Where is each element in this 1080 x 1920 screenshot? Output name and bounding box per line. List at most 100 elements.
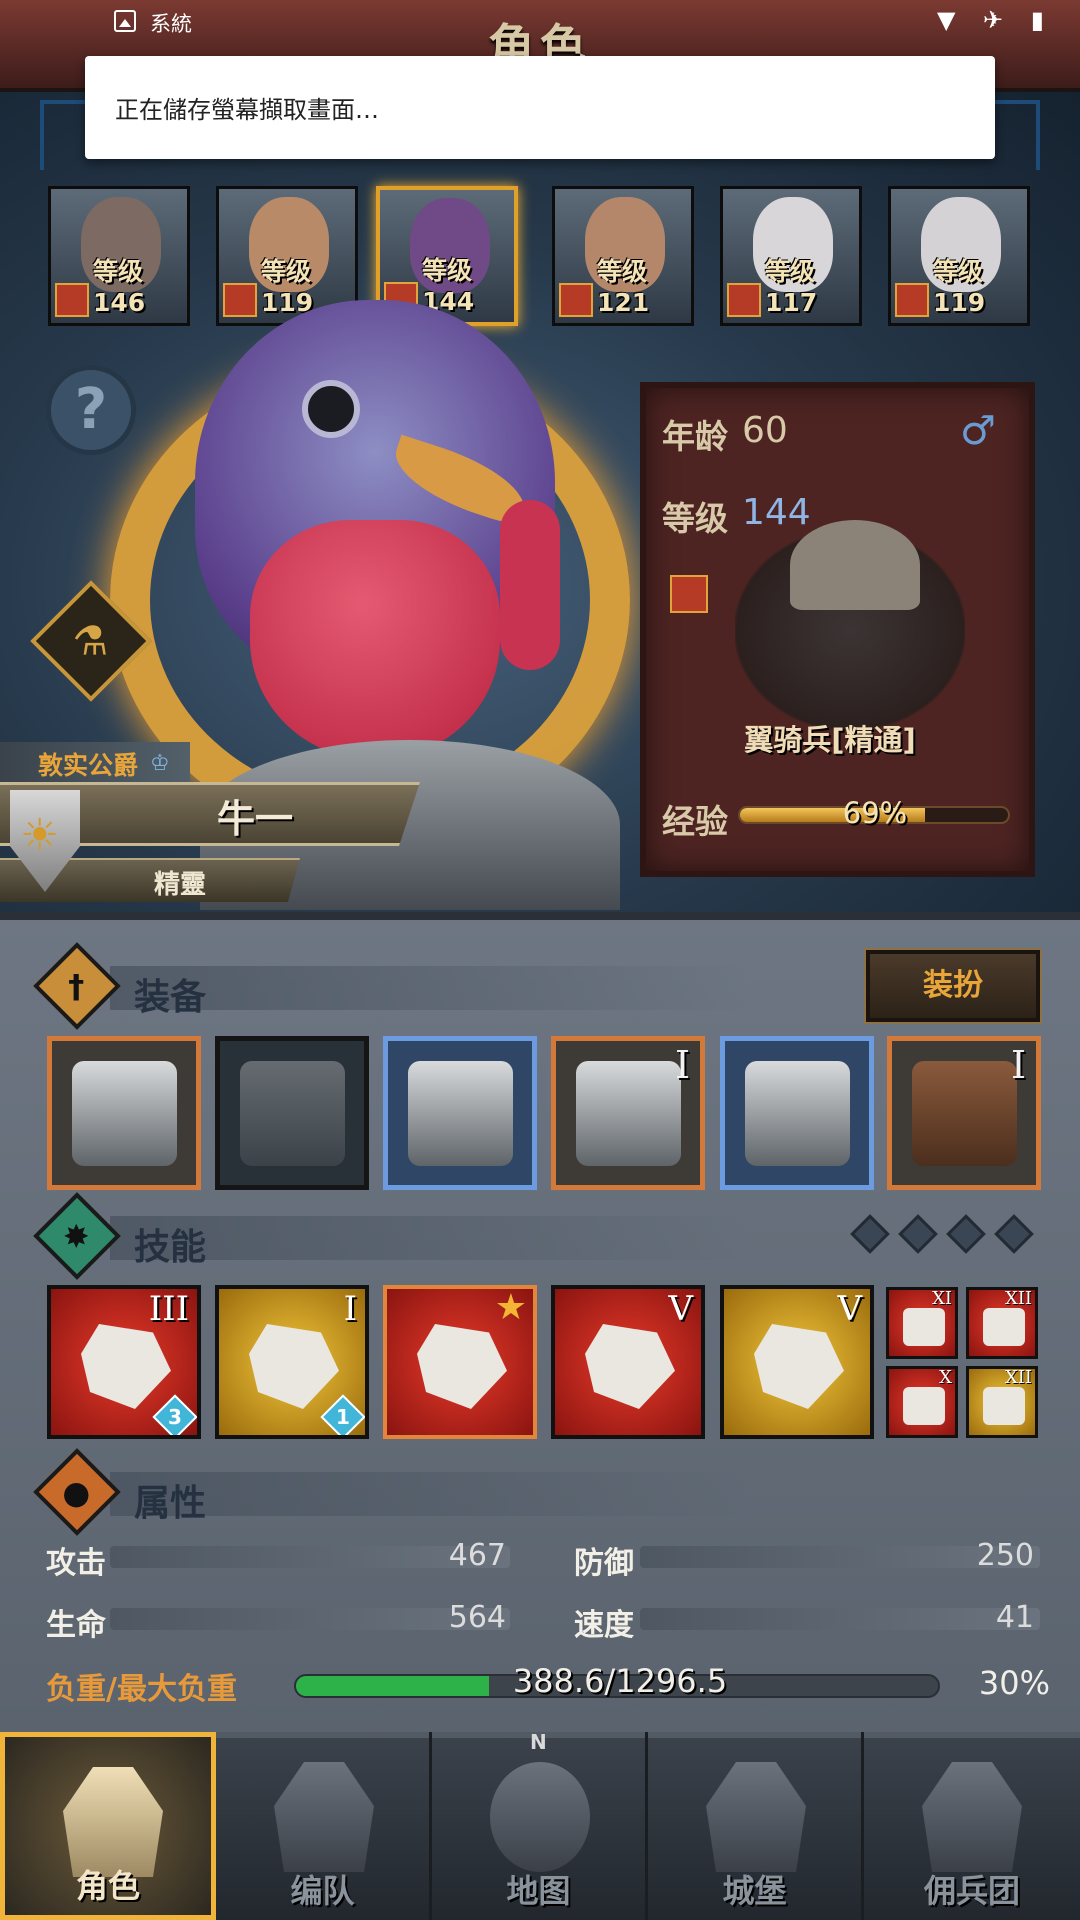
book-icon <box>912 1061 1017 1166</box>
hero-card-4[interactable]: 等级121 <box>552 186 694 326</box>
status-app-name: 系統 <box>150 12 192 36</box>
hero-card-5[interactable]: 等级117 <box>720 186 862 326</box>
heart-icon <box>903 1387 945 1425</box>
photo-icon <box>114 10 136 32</box>
load-label: 负重/最大负重 <box>46 1672 237 1707</box>
defense-label: 防御 <box>574 1546 634 1581</box>
skill-tier: V <box>837 1289 862 1329</box>
offhand-icon <box>240 1061 345 1166</box>
exp-percent: 69% <box>842 796 908 830</box>
passive-skill-1[interactable]: XI <box>886 1287 958 1359</box>
boots-icon <box>745 1061 850 1166</box>
star-icon: ★ <box>494 1287 527 1328</box>
nav-label: 佣兵团 <box>923 1872 1020 1910</box>
male-icon: ♂ <box>960 408 996 454</box>
armor-icon <box>576 1061 681 1166</box>
passive-skill-3[interactable]: X <box>886 1366 958 1438</box>
unit-name: 翼骑兵[精通] <box>744 723 916 757</box>
skill-slot-5[interactable]: V <box>720 1285 874 1439</box>
gem-count: 3 <box>168 1405 182 1429</box>
level-label: 等级 <box>662 499 728 538</box>
nav-castle[interactable]: 城堡 <box>648 1732 864 1920</box>
skill-slot-3[interactable]: ★ <box>383 1285 537 1439</box>
unit-wings <box>790 520 920 610</box>
nav-formation[interactable]: 编队 <box>216 1732 432 1920</box>
skill-tier: V <box>668 1289 693 1329</box>
banner-skill-icon <box>417 1324 507 1409</box>
hero-level: 等级146 <box>93 257 146 317</box>
class-icon <box>727 283 761 317</box>
exp-label: 经验 <box>662 802 728 841</box>
shield-skill-icon <box>249 1324 339 1409</box>
compass-north-label: N <box>530 1730 547 1754</box>
potion-icon: ⚗ <box>72 618 109 665</box>
sword-skill-icon <box>585 1324 675 1409</box>
passive-skill-4[interactable]: XII <box>966 1366 1038 1438</box>
gauntlet-skill-icon <box>754 1324 844 1409</box>
passive-skill-2[interactable]: XII <box>966 1287 1038 1359</box>
class-icon <box>559 283 593 317</box>
mercenary-icon <box>922 1762 1022 1872</box>
hero-card-6[interactable]: 等级119 <box>888 186 1030 326</box>
nav-label: 城堡 <box>722 1872 787 1910</box>
skill-tier: XII <box>1004 1367 1032 1388</box>
skill-tier: III <box>148 1289 189 1329</box>
load-percent: 30% <box>978 1664 1050 1702</box>
load-value: 388.6/1296.5 <box>512 1662 728 1700</box>
noble-title: 敦实公爵 <box>38 751 139 780</box>
hero-level: 等级121 <box>597 257 650 317</box>
hp-label: 生命 <box>46 1608 106 1643</box>
sun-icon: ☀ <box>20 810 60 861</box>
compass-icon <box>490 1762 590 1872</box>
nav-map[interactable]: 地图 <box>432 1732 648 1920</box>
class-icon <box>55 283 89 317</box>
class-icon <box>895 283 929 317</box>
help-button[interactable]: ? <box>46 365 136 455</box>
nav-mercenary[interactable]: 佣兵团 <box>864 1732 1080 1920</box>
hero-level: 等级117 <box>765 257 818 317</box>
age-label: 年龄 <box>662 417 728 456</box>
character-name: 牛一 <box>216 797 293 841</box>
age-value: 60 <box>742 410 788 451</box>
defense-value: 250 <box>976 1538 1034 1573</box>
castle-icon <box>706 1762 806 1872</box>
skill-tier: X <box>939 1367 952 1388</box>
class-icon <box>223 283 257 317</box>
speed-value: 41 <box>995 1600 1034 1635</box>
crown-icon: ♔ <box>150 751 170 776</box>
nav-label: 编队 <box>290 1872 355 1910</box>
equip-slot-book[interactable]: I <box>887 1036 1041 1190</box>
toast: 正在儲存螢幕擷取畫面… <box>85 56 995 159</box>
skill-slot-2[interactable]: I1 <box>215 1285 369 1439</box>
helmet-icon <box>408 1061 513 1166</box>
equip-slot-armor[interactable]: I <box>551 1036 705 1190</box>
skill-slot-1[interactable]: III 3 <box>47 1285 201 1439</box>
skills-title: 技能 <box>134 1227 207 1268</box>
hero-card-1[interactable]: 等级146 <box>48 186 190 326</box>
equip-slot-weapon[interactable] <box>47 1036 201 1190</box>
nav-label: 地图 <box>506 1872 571 1910</box>
dress-up-button[interactable]: 装扮 <box>864 948 1042 1024</box>
equip-slot-helmet[interactable] <box>383 1036 537 1190</box>
helmet-icon <box>274 1762 374 1872</box>
hero-level: 等级119 <box>933 257 986 317</box>
nav-label: 角色 <box>75 1867 140 1905</box>
equip-slot-boots[interactable] <box>720 1036 874 1190</box>
skill-slot-4[interactable]: V <box>551 1285 705 1439</box>
gem-badge: 1 <box>320 1394 365 1435</box>
dumbbell-icon <box>903 1308 945 1346</box>
speed-label: 速度 <box>574 1608 634 1643</box>
level-value: 144 <box>742 492 811 533</box>
nav-character[interactable]: 角色 <box>0 1732 216 1920</box>
hp-value: 564 <box>448 1600 506 1635</box>
status-icons: ▼ ✈ ▮ <box>936 6 1054 34</box>
attributes-title: 属性 <box>134 1483 207 1524</box>
hero-level: 等级144 <box>422 256 475 316</box>
equip-slot-offhand[interactable] <box>215 1036 369 1190</box>
attack-label: 攻击 <box>46 1546 106 1581</box>
skill-tier: I <box>343 1289 357 1329</box>
skill-icon <box>81 1324 171 1409</box>
attack-value: 467 <box>448 1538 506 1573</box>
character-wattle <box>250 520 500 760</box>
sword-icon <box>983 1308 1025 1346</box>
